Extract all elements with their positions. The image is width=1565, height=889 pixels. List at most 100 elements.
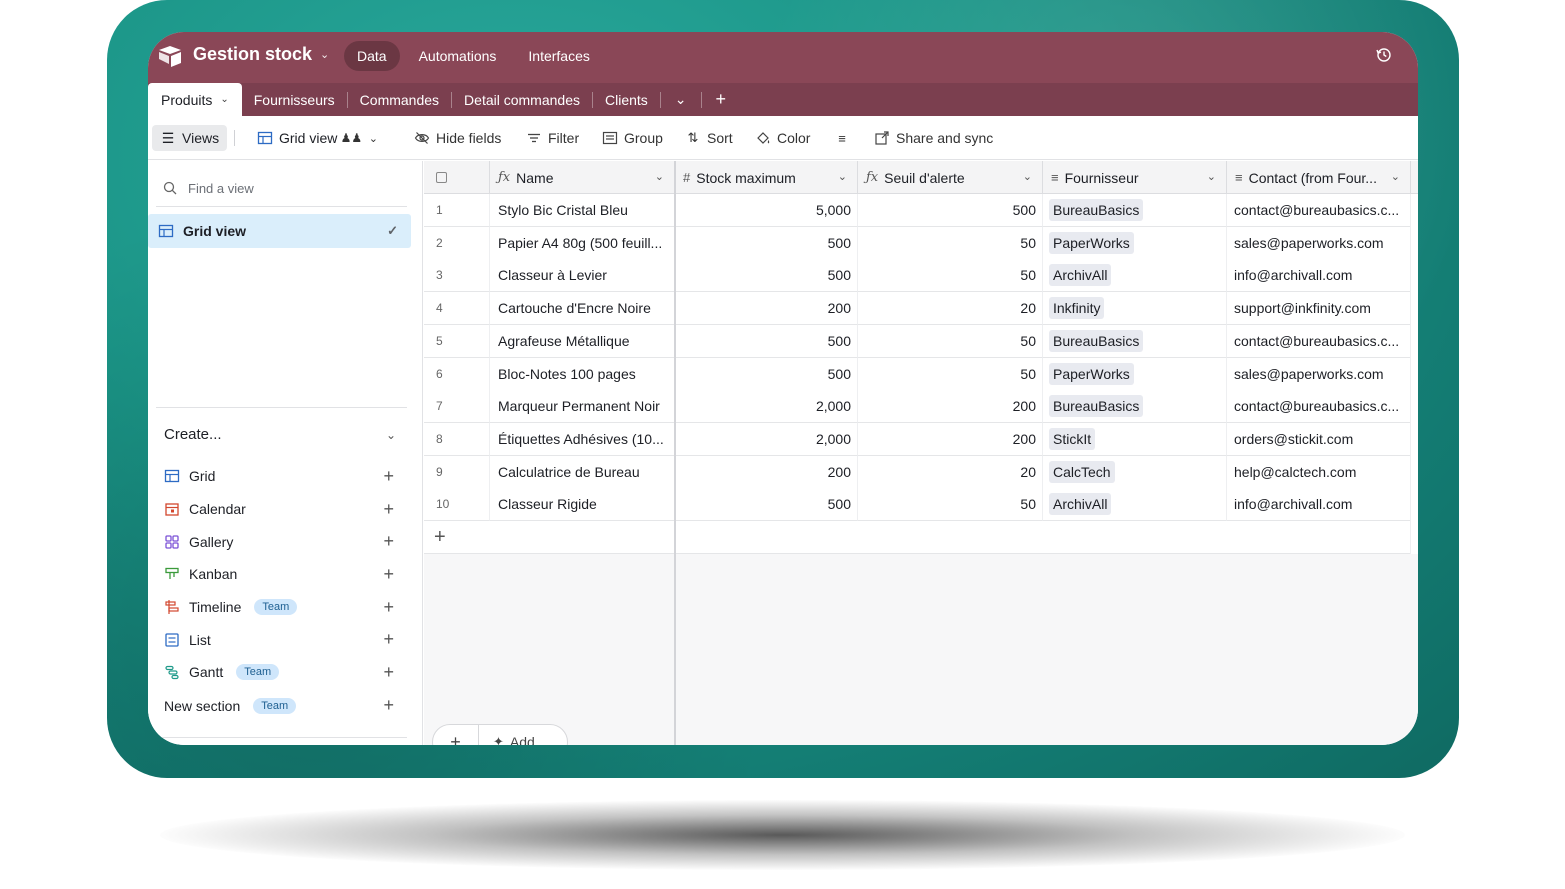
cell-fournisseur[interactable]: BureauBasics — [1043, 194, 1227, 227]
cell-seuil-alerte[interactable]: 50 — [858, 259, 1043, 293]
cell-seuil-alerte[interactable]: 20 — [858, 455, 1043, 489]
linked-record-chip[interactable]: Inkfinity — [1049, 297, 1105, 320]
create-grid[interactable]: Grid + — [164, 460, 394, 493]
cell-stock-maximum[interactable]: 200 — [675, 455, 858, 489]
cell-fournisseur[interactable]: CalcTech — [1043, 455, 1227, 489]
table-row[interactable]: 8 Étiquettes Adhésives (10... 2,000 200 Stic… — [424, 422, 1418, 456]
table-row[interactable]: 1 Stylo Bic Cristal Bleu 5,000 500 BureauBas… — [424, 194, 1418, 227]
cell-name[interactable]: Papier A4 80g (500 feuill... — [490, 226, 675, 260]
cell-fournisseur[interactable]: PaperWorks — [1043, 357, 1227, 391]
tab-fournisseurs[interactable]: Fournisseurs — [242, 83, 347, 116]
cell-contact[interactable]: contact@bureaubasics.c... — [1227, 194, 1411, 227]
cell-name[interactable]: Stylo Bic Cristal Bleu — [490, 194, 675, 227]
linked-record-chip[interactable]: BureauBasics — [1049, 395, 1144, 418]
plus-icon[interactable]: + — [383, 663, 394, 681]
table-row[interactable]: 5 Agrafeuse Métallique 500 50 BureauBasics co… — [424, 324, 1418, 358]
group-button[interactable]: Group — [596, 125, 669, 151]
cell-seuil-alerte[interactable]: 200 — [858, 390, 1043, 424]
nav-interfaces[interactable]: Interfaces — [515, 41, 602, 71]
hide-fields-button[interactable]: Hide fields — [408, 125, 507, 151]
grid-view-button[interactable]: Grid view ♟♟ ⌄ — [251, 125, 387, 151]
create-timeline[interactable]: Timeline Team + — [164, 591, 394, 624]
cell-contact[interactable]: contact@bureaubasics.c... — [1227, 390, 1411, 424]
cell-stock-maximum[interactable]: 2,000 — [675, 390, 858, 424]
find-view-input[interactable]: Find a view — [162, 180, 407, 196]
column-header-stock-maximum[interactable]: # Stock maximum ⌄ — [675, 161, 858, 194]
table-row[interactable]: 4 Cartouche d'Encre Noire 200 20 Inkfinity su… — [424, 292, 1418, 326]
cell-name[interactable]: Marqueur Permanent Noir — [490, 390, 675, 424]
linked-record-chip[interactable]: PaperWorks — [1049, 362, 1134, 385]
cell-fournisseur[interactable]: ArchivAll — [1043, 259, 1227, 293]
table-row[interactable]: 6 Bloc-Notes 100 pages 500 50 PaperWorks sale… — [424, 357, 1418, 391]
linked-record-chip[interactable]: CalcTech — [1049, 460, 1115, 483]
cell-contact[interactable]: contact@bureaubasics.c... — [1227, 324, 1411, 358]
column-header-name[interactable]: ƒx Name ⌄ — [490, 161, 675, 194]
cell-contact[interactable]: info@archivall.com — [1227, 488, 1411, 522]
linked-record-chip[interactable]: BureauBasics — [1049, 329, 1144, 352]
create-list[interactable]: List + — [164, 623, 394, 656]
nav-data[interactable]: Data — [344, 41, 400, 71]
row-number[interactable]: 5 — [424, 324, 490, 358]
linked-record-chip[interactable]: ArchivAll — [1049, 264, 1112, 287]
cell-stock-maximum[interactable]: 500 — [675, 259, 858, 293]
column-header-fournisseur[interactable]: ≡ Fournisseur ⌄ — [1043, 161, 1227, 194]
plus-icon[interactable]: + — [383, 598, 394, 616]
cell-fournisseur[interactable]: StickIt — [1043, 422, 1227, 456]
cell-stock-maximum[interactable]: 2,000 — [675, 422, 858, 456]
plus-icon[interactable]: + — [383, 467, 394, 485]
linked-record-chip[interactable]: PaperWorks — [1049, 231, 1134, 254]
filter-button[interactable]: Filter — [520, 125, 585, 151]
share-sync-button[interactable]: Share and sync — [868, 125, 999, 151]
cell-name[interactable]: Classeur à Levier — [490, 259, 675, 293]
create-calendar[interactable]: Calendar + — [164, 493, 394, 526]
cell-contact[interactable]: support@inkfinity.com — [1227, 292, 1411, 326]
plus-icon[interactable]: + — [383, 696, 394, 714]
sidebar-item-grid-view[interactable]: Grid view ✓ — [148, 214, 411, 248]
tab-produits[interactable]: Produits ⌄ — [148, 83, 242, 116]
row-number[interactable]: 8 — [424, 422, 490, 456]
cell-name[interactable]: Agrafeuse Métallique — [490, 324, 675, 358]
views-button[interactable]: ☰ Views — [152, 125, 228, 151]
cell-contact[interactable]: sales@paperworks.com — [1227, 226, 1411, 260]
cell-name[interactable]: Cartouche d'Encre Noire — [490, 292, 675, 326]
row-number[interactable]: 3 — [424, 259, 490, 293]
create-kanban[interactable]: Kanban + — [164, 558, 394, 591]
create-gantt[interactable]: Gantt Team + — [164, 656, 394, 689]
cell-seuil-alerte[interactable]: 50 — [858, 357, 1043, 391]
cell-stock-maximum[interactable]: 500 — [675, 324, 858, 358]
cell-stock-maximum[interactable]: 200 — [675, 292, 858, 326]
tab-detail-commandes[interactable]: Detail commandes — [452, 83, 592, 116]
cell-seuil-alerte[interactable]: 50 — [858, 226, 1043, 260]
row-number[interactable]: 7 — [424, 390, 490, 424]
create-section-header[interactable]: Create... ⌄ — [164, 426, 396, 443]
cell-seuil-alerte[interactable]: 500 — [858, 194, 1043, 227]
color-button[interactable]: Color — [749, 125, 816, 151]
select-all-checkbox[interactable] — [424, 161, 490, 194]
cell-seuil-alerte[interactable]: 50 — [858, 488, 1043, 522]
more-tables-chevron-icon[interactable]: ⌄ — [661, 83, 701, 116]
create-gallery[interactable]: Gallery + — [164, 525, 394, 558]
create-new-section[interactable]: New section Team + — [164, 689, 394, 724]
row-height-button[interactable]: ≡ — [828, 125, 856, 151]
row-number[interactable]: 4 — [424, 292, 490, 326]
cell-contact[interactable]: info@archivall.com — [1227, 259, 1411, 293]
cell-name[interactable]: Classeur Rigide — [490, 488, 675, 522]
row-number[interactable]: 1 — [424, 194, 490, 227]
row-number[interactable]: 2 — [424, 226, 490, 260]
cell-stock-maximum[interactable]: 500 — [675, 488, 858, 522]
cell-seuil-alerte[interactable]: 50 — [858, 324, 1043, 358]
cell-fournisseur[interactable]: Inkfinity — [1043, 292, 1227, 326]
add-table-icon[interactable]: + — [702, 83, 741, 116]
plus-icon[interactable]: + — [383, 532, 394, 550]
add-row-plus-button[interactable]: + — [433, 725, 479, 745]
plus-icon[interactable]: + — [383, 500, 394, 518]
cell-contact[interactable]: orders@stickit.com — [1227, 422, 1411, 456]
plus-icon[interactable]: + — [383, 565, 394, 583]
nav-automations[interactable]: Automations — [406, 41, 510, 71]
column-header-seuil-alerte[interactable]: ƒx Seuil d'alerte ⌄ — [858, 161, 1043, 194]
table-row[interactable]: 9 Calculatrice de Bureau 200 20 CalcTech help… — [424, 455, 1418, 489]
cell-stock-maximum[interactable]: 5,000 — [675, 194, 858, 227]
cell-name[interactable]: Étiquettes Adhésives (10... — [490, 422, 675, 456]
table-row[interactable]: 7 Marqueur Permanent Noir 2,000 200 BureauBa… — [424, 390, 1418, 424]
cell-name[interactable]: Bloc-Notes 100 pages — [490, 357, 675, 391]
